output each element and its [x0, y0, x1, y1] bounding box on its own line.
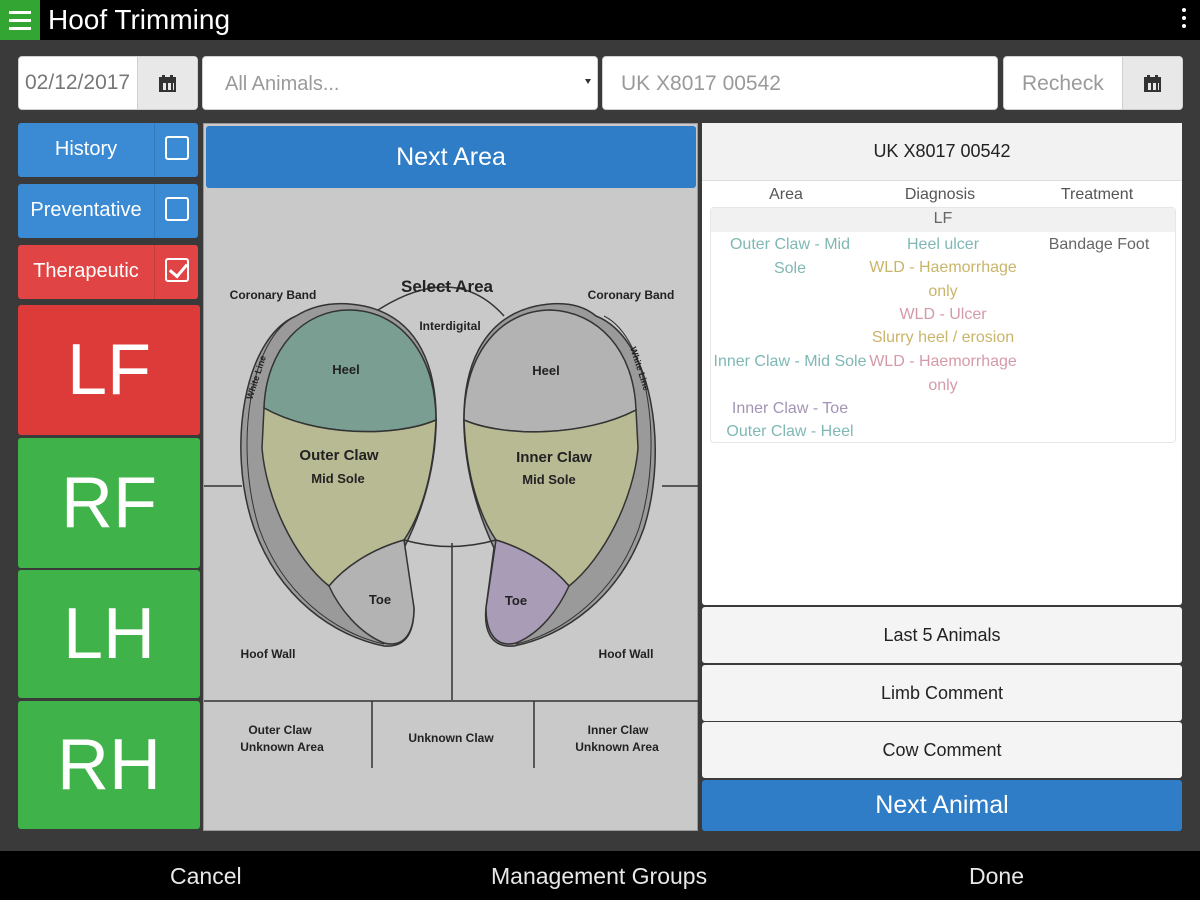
app-bar: Hoof Trimming: [0, 0, 1200, 40]
inner-unknown-line1: Inner Claw: [588, 723, 649, 737]
history-checkbox[interactable]: [165, 136, 189, 160]
outer-claw-label: Outer Claw: [299, 447, 379, 464]
bottom-action-bar: Cancel Management Groups Done: [0, 851, 1200, 900]
record-animal-id: UK X8017 00542: [702, 123, 1182, 181]
therapeutic-checkbox[interactable]: [165, 258, 189, 282]
coronary-band-left-label: Coronary Band: [230, 288, 317, 302]
outer-unknown-line2: Unknown Area: [240, 740, 324, 754]
area-entry: Outer Claw - Mid Sole: [729, 236, 851, 277]
preventative-checkbox[interactable]: [165, 197, 189, 221]
treatment-entry: Bandage Foot: [1048, 236, 1150, 253]
dropdown-caret-icon: [585, 79, 591, 84]
inner-unknown-line2: Unknown Area: [575, 740, 659, 754]
limb-comment-button[interactable]: Limb Comment: [702, 665, 1182, 721]
unknown-claw-button[interactable]: Unknown Claw: [408, 731, 494, 745]
inner-claw-unknown-area-button[interactable]: Inner Claw Unknown Area: [575, 723, 659, 754]
next-area-button[interactable]: Next Area: [206, 126, 696, 188]
overflow-menu-icon[interactable]: [1182, 8, 1186, 28]
outer-claw-unknown-area-button[interactable]: Outer Claw Unknown Area: [240, 723, 324, 754]
hoof-diagram-panel: Next Area Select Area Coronary Band Coro…: [203, 123, 698, 831]
coronary-band-right-label: Coronary Band: [588, 288, 675, 302]
diagnosis-entry: WLD - Ulcer: [899, 306, 987, 323]
column-header-area: Area: [769, 186, 803, 203]
diagnosis-entry: WLD - Haemorrhage only: [869, 259, 1017, 300]
column-header-treatment: Treatment: [1060, 186, 1134, 203]
hamburger-menu-icon[interactable]: [0, 0, 40, 40]
limb-rh-button[interactable]: RH: [18, 701, 200, 829]
preventative-toggle[interactable]: Preventative: [18, 184, 198, 238]
column-header-diagnosis: Diagnosis: [904, 186, 976, 203]
calendar-icon: [1144, 74, 1161, 92]
animal-group-select-value: All Animals...: [225, 73, 340, 95]
mid-sole-left-label: Mid Sole: [311, 471, 364, 486]
heel-right-label: Heel: [532, 363, 559, 378]
preventative-label: Preventative: [30, 199, 142, 221]
record-entries[interactable]: LF Outer Claw - Mid Sole Inner Claw - Mid…: [710, 207, 1176, 443]
toe-right-label: Toe: [505, 593, 527, 608]
recheck-placeholder: Recheck: [1022, 72, 1104, 95]
limb-group-header: LF: [711, 208, 1175, 232]
limb-lh-button[interactable]: LH: [18, 570, 200, 698]
therapeutic-label: Therapeutic: [33, 260, 139, 282]
date-field[interactable]: 02/12/2017: [18, 56, 198, 110]
recheck-calendar-button[interactable]: [1122, 57, 1182, 109]
date-value: 02/12/2017: [25, 71, 131, 94]
mid-sole-right-label: Mid Sole: [522, 472, 575, 487]
app-title: Hoof Trimming: [48, 4, 231, 35]
history-toggle[interactable]: History: [18, 123, 198, 177]
record-panel: UK X8017 00542 Area Diagnosis Treatment …: [702, 123, 1182, 605]
toe-left-label: Toe: [369, 592, 391, 607]
area-entry: Inner Claw - Toe: [731, 400, 849, 417]
management-groups-button[interactable]: Management Groups: [491, 863, 707, 890]
animal-id-input[interactable]: UK X8017 00542: [602, 56, 998, 110]
therapeutic-toggle[interactable]: Therapeutic: [18, 245, 198, 299]
diagnosis-entry: Heel ulcer: [906, 236, 980, 253]
inner-claw-label: Inner Claw: [516, 449, 592, 466]
limb-lf-button[interactable]: LF: [18, 305, 200, 435]
heel-left-label: Heel: [332, 362, 359, 377]
calendar-icon: [159, 74, 176, 92]
area-entry: Inner Claw - Mid Sole: [713, 353, 867, 370]
limb-rf-button[interactable]: RF: [18, 438, 200, 568]
next-animal-button[interactable]: Next Animal: [702, 780, 1182, 831]
hoof-wall-right-label: Hoof Wall: [599, 647, 654, 661]
cancel-button[interactable]: Cancel: [170, 863, 242, 890]
last-5-animals-button[interactable]: Last 5 Animals: [702, 607, 1182, 663]
hoof-wall-left-label: Hoof Wall: [241, 647, 296, 661]
diagnosis-entry: WLD - Haemorrhage only: [869, 353, 1017, 394]
done-button[interactable]: Done: [969, 863, 1024, 890]
select-area-label: Select Area: [401, 277, 494, 296]
area-entry: Outer Claw - Heel: [726, 423, 854, 440]
cow-comment-button[interactable]: Cow Comment: [702, 722, 1182, 778]
history-label: History: [54, 138, 118, 160]
animal-id-value: UK X8017 00542: [621, 72, 781, 95]
outer-unknown-line1: Outer Claw: [248, 723, 312, 737]
animal-group-select[interactable]: All Animals...: [202, 56, 598, 110]
hoof-diagram: Select Area Coronary Band Coronary Band …: [204, 277, 698, 768]
interdigital-label: Interdigital: [419, 319, 480, 333]
diagnosis-entry: Slurry heel / erosion: [871, 329, 1015, 346]
recheck-field[interactable]: Recheck: [1003, 56, 1183, 110]
date-calendar-button[interactable]: [137, 57, 197, 109]
